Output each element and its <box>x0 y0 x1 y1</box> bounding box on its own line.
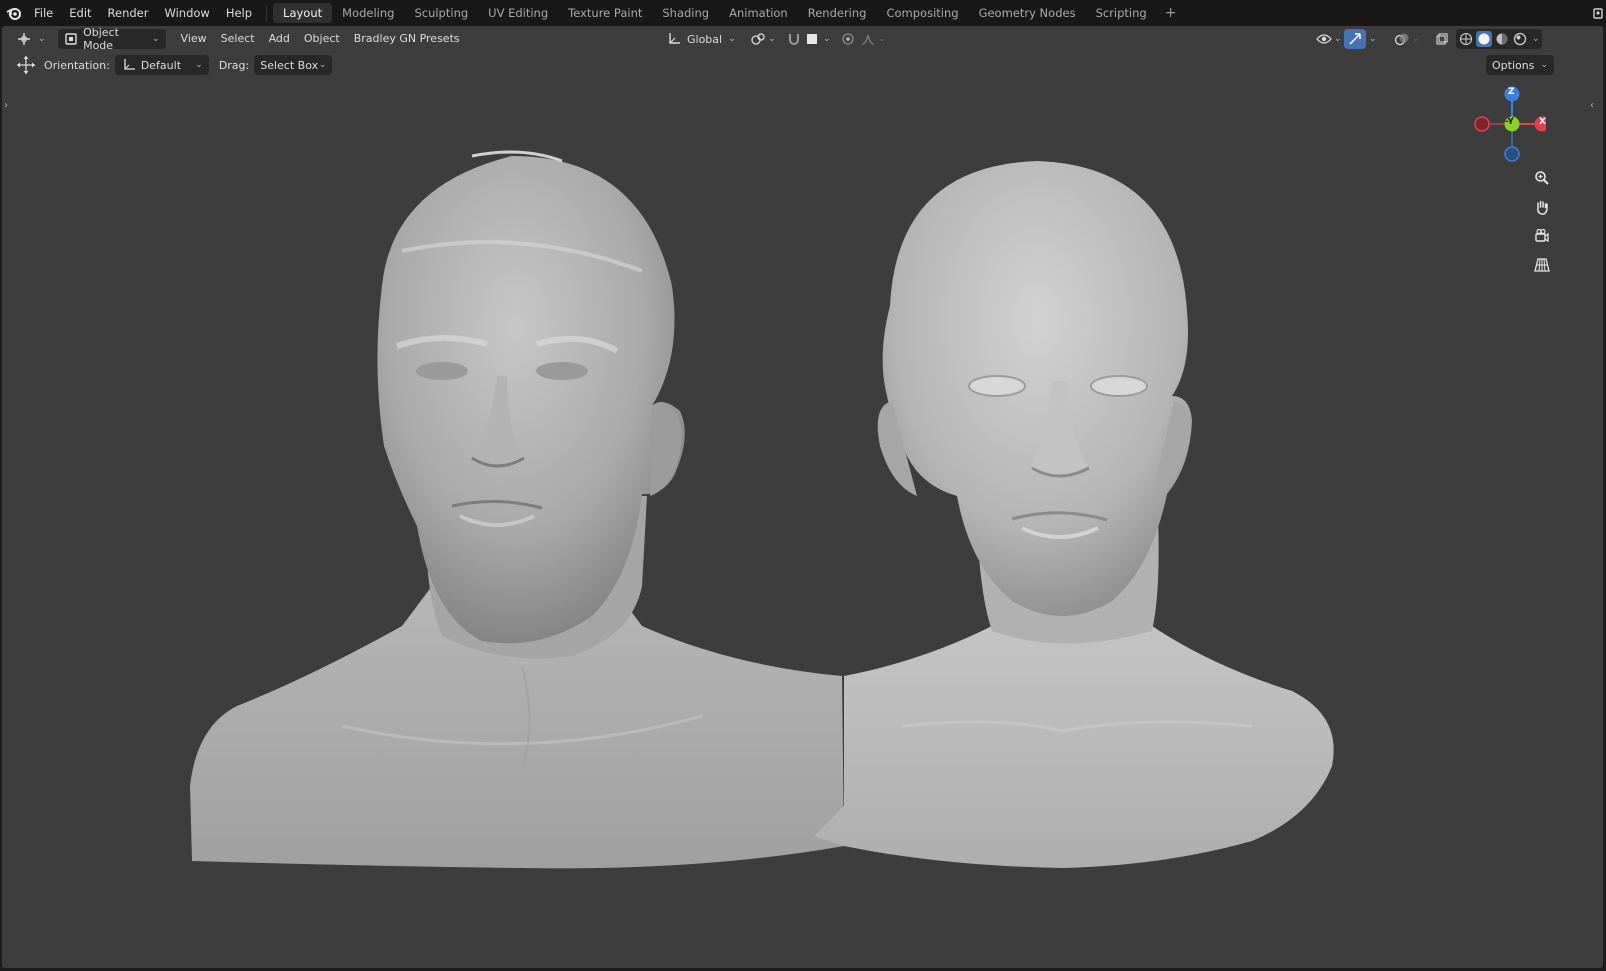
tab-uv-editing[interactable]: UV Editing <box>478 3 558 23</box>
drag-selector[interactable]: Select Box ⌄ <box>254 55 333 75</box>
3d-viewport[interactable]: ⌄ Object Mode ⌄ View Select Add Object B… <box>2 26 1603 968</box>
rendered-shading-icon[interactable] <box>1512 31 1528 47</box>
snap-increment-icon <box>804 31 820 47</box>
options-label: Options <box>1492 58 1535 72</box>
material-preview-icon[interactable] <box>1494 31 1510 47</box>
tab-modeling[interactable]: Modeling <box>332 3 404 23</box>
menu-edit[interactable]: Edit <box>61 0 99 26</box>
tab-layout[interactable]: Layout <box>273 3 333 23</box>
viewport-scene <box>190 150 1334 869</box>
mode-selector[interactable]: Object Mode ⌄ <box>57 26 166 52</box>
menu-window[interactable]: Window <box>156 0 217 26</box>
tab-shading[interactable]: Shading <box>652 3 719 23</box>
orientation-axes-icon <box>121 57 137 73</box>
chevron-down-icon: ⌄ <box>318 60 327 70</box>
tab-compositing[interactable]: Compositing <box>876 3 968 23</box>
pivot-icon <box>750 31 766 47</box>
chevron-down-icon: ⌄ <box>1334 34 1342 44</box>
gizmo-toggle[interactable] <box>1344 29 1366 49</box>
orientation-label: Global <box>687 32 723 46</box>
chevron-down-icon: ⌄ <box>1369 34 1377 44</box>
orientation-axes-icon <box>666 31 682 47</box>
navigation-gizmo[interactable]: Z -Y X <box>1472 86 1550 166</box>
menu-view[interactable]: View <box>174 29 214 49</box>
menu-object[interactable]: Object <box>297 29 347 49</box>
chevron-down-icon: ⌄ <box>823 34 831 44</box>
menu-file[interactable]: File <box>26 0 61 26</box>
xray-icon <box>1434 31 1450 47</box>
gizmo-x-label: X <box>1539 117 1546 127</box>
editor-type-icon <box>16 31 32 47</box>
options-dropdown[interactable]: Options ⌄ <box>1486 55 1554 75</box>
shading-mode-group: ⌄ <box>1456 29 1542 49</box>
base-mesh-bust-right[interactable] <box>814 161 1334 868</box>
chevron-down-icon: ⌄ <box>878 34 886 44</box>
gizmo-y-label: -Y <box>1505 117 1514 127</box>
drag-label: Drag: <box>218 58 250 72</box>
proportional-falloff-selector[interactable]: ⌄ <box>854 29 892 49</box>
wireframe-shading-icon[interactable] <box>1458 31 1474 47</box>
chevron-down-icon: ⌄ <box>728 34 736 44</box>
menu-divider <box>266 5 268 21</box>
xray-toggle[interactable] <box>1430 29 1454 49</box>
pivot-point-selector[interactable]: ⌄ <box>744 29 782 49</box>
solid-shading-icon[interactable] <box>1476 31 1492 47</box>
object-mode-icon <box>64 31 79 47</box>
drag-value: Select Box <box>260 58 319 72</box>
pan-button[interactable] <box>1530 195 1554 219</box>
snap-target-selector[interactable]: ⌄ <box>798 29 837 49</box>
menu-help[interactable]: Help <box>218 0 260 26</box>
falloff-curve-icon <box>860 31 876 47</box>
menu-select[interactable]: Select <box>214 29 262 49</box>
tab-geometry-nodes[interactable]: Geometry Nodes <box>969 3 1086 23</box>
orientation-label: Orientation: <box>44 58 110 72</box>
grid-perspective-icon <box>1534 258 1550 272</box>
camera-view-button[interactable] <box>1530 224 1554 248</box>
gizmo-options[interactable]: ⌄ <box>1366 29 1380 49</box>
chevron-down-icon: ⌄ <box>152 34 160 44</box>
gizmo-arrows-icon <box>1347 31 1363 47</box>
scene-icon[interactable] <box>1590 0 1606 26</box>
hand-icon <box>1537 200 1548 215</box>
menu-bradley-gn-presets[interactable]: Bradley GN Presets <box>347 29 467 49</box>
mode-label: Object Mode <box>83 26 119 52</box>
perspective-toggle-button[interactable] <box>1530 253 1554 277</box>
chevron-down-icon: ⌄ <box>38 34 46 44</box>
chevron-down-icon: ⌄ <box>768 34 776 44</box>
zoom-icon <box>1535 171 1549 185</box>
visibility-selector[interactable]: ⌄ <box>1310 29 1348 49</box>
transform-orientation-selector[interactable]: Global ⌄ <box>660 29 742 49</box>
chevron-down-icon: ⌄ <box>1412 34 1420 44</box>
camera-icon <box>1535 228 1549 243</box>
toolbar-expand-arrow[interactable]: › <box>4 100 8 111</box>
gizmo-z-label: Z <box>1508 87 1515 97</box>
menu-render[interactable]: Render <box>100 0 157 26</box>
chevron-down-icon: ⌄ <box>1540 60 1548 70</box>
tab-scripting[interactable]: Scripting <box>1086 3 1157 23</box>
chevron-down-icon: ⌄ <box>195 60 203 70</box>
tab-animation[interactable]: Animation <box>719 3 798 23</box>
editor-type-button[interactable]: ⌄ <box>12 29 50 49</box>
viewport-header: ⌄ Object Mode ⌄ View Select Add Object B… <box>2 26 1603 52</box>
tab-texture-paint[interactable]: Texture Paint <box>558 3 652 23</box>
orientation-value: Default <box>140 58 182 72</box>
overlays-icon <box>1394 31 1410 47</box>
tab-rendering[interactable]: Rendering <box>798 3 877 23</box>
blender-logo-icon[interactable] <box>2 0 26 26</box>
tool-settings-bar: Orientation: Default ⌄ Drag: Select Box … <box>2 52 1603 78</box>
tab-sculpting[interactable]: Sculpting <box>404 3 478 23</box>
overlays-toggle[interactable]: ⌄ <box>1388 29 1426 49</box>
orientation-selector[interactable]: Default ⌄ <box>114 55 209 75</box>
sidebar-expand-arrow[interactable]: ‹ <box>1590 100 1594 111</box>
top-menu-bar: File Edit Render Window Help Layout Mode… <box>0 0 1606 26</box>
zoom-button[interactable] <box>1530 166 1554 190</box>
scanned-bust-left[interactable] <box>190 150 844 869</box>
menu-add[interactable]: Add <box>262 29 297 49</box>
eye-icon <box>1316 31 1332 47</box>
move-tool-icon[interactable] <box>16 55 36 75</box>
add-workspace-button[interactable]: + <box>1157 5 1185 21</box>
chevron-down-icon: ⌄ <box>1532 34 1540 44</box>
